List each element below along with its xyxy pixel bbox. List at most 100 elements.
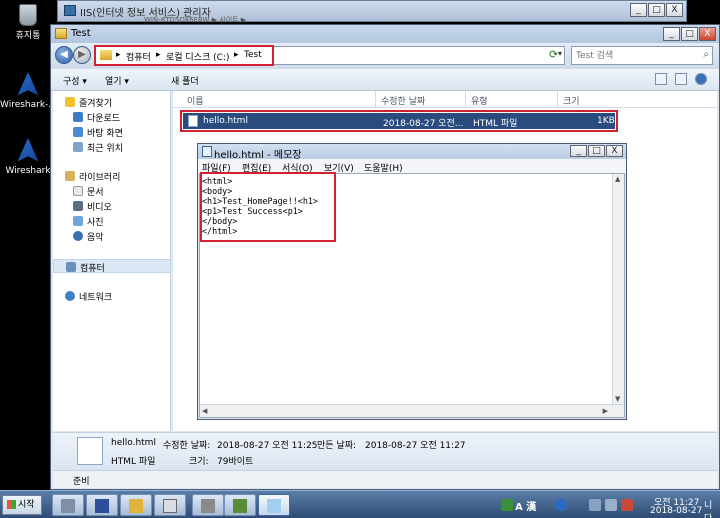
view-options-icon[interactable]: [655, 73, 667, 85]
search-icon[interactable]: ⌕: [703, 49, 709, 60]
nav-item-desktop[interactable]: 바탕 화면: [53, 125, 171, 139]
flag-icon[interactable]: [589, 499, 601, 511]
details-pane: hello.html 수정한 날짜: 2018-08-27 오전 11:25 만…: [53, 432, 717, 470]
maximize-button[interactable]: □: [681, 27, 698, 41]
taskbar-explorer[interactable]: [120, 494, 152, 516]
ime-mode-icon[interactable]: [501, 499, 513, 511]
details-file-type: HTML 파일: [111, 457, 156, 467]
html-file-icon: [77, 437, 103, 465]
iis-icon: [64, 5, 76, 16]
notepad-icon: [202, 146, 212, 157]
open-button[interactable]: 열기 ▾: [105, 74, 129, 87]
back-button[interactable]: ◀: [55, 46, 73, 64]
nav-item-computer[interactable]: 컴퓨터: [53, 259, 171, 274]
documents-icon: [73, 186, 83, 196]
desktop-icon-recycle-bin[interactable]: 휴지통: [0, 4, 56, 41]
taskbar-server-manager[interactable]: [52, 494, 84, 516]
nav-item-documents[interactable]: 문서: [53, 184, 171, 198]
tray-date[interactable]: 2018-08-27: [650, 506, 702, 516]
library-icon: [65, 171, 75, 181]
details-modified-label: 수정한 날짜:: [163, 441, 211, 451]
wireshark-icon: [17, 138, 39, 162]
scroll-up-icon[interactable]: ▲: [615, 175, 620, 183]
minimize-button[interactable]: _: [570, 145, 587, 157]
taskbar-iis-manager[interactable]: [224, 494, 256, 516]
computer-icon: [66, 262, 76, 272]
download-icon: [73, 112, 83, 122]
column-name[interactable]: 이름: [187, 94, 204, 107]
notepad-titlebar[interactable]: hello.html - 메모장 _ □ X: [198, 144, 626, 161]
video-icon: [73, 201, 83, 211]
minimize-button[interactable]: _: [663, 27, 680, 41]
nav-item-network[interactable]: 네트워크: [53, 289, 171, 303]
nav-item-recent[interactable]: 최근 위치: [53, 140, 171, 154]
help-icon[interactable]: [555, 499, 567, 511]
scroll-left-icon[interactable]: ◀: [202, 407, 207, 415]
details-created-value: 2018-08-27 오전 11:27: [365, 441, 466, 451]
column-modified[interactable]: 수정한 날짜: [381, 94, 425, 107]
desktop-icon-wireshark-shortcut[interactable]: Wireshark-...: [0, 72, 57, 110]
close-button[interactable]: X: [699, 27, 716, 41]
forward-button[interactable]: ▶: [73, 46, 91, 64]
nav-item-downloads[interactable]: 다운로드: [53, 110, 171, 124]
refresh-icon[interactable]: ⟳: [549, 48, 558, 61]
nav-item-favorites[interactable]: 즐겨찾기: [53, 95, 171, 109]
maximize-button[interactable]: □: [588, 145, 605, 157]
maximize-button[interactable]: □: [648, 3, 665, 17]
taskbar: 시작 A 漢 오전 11:27 2018-08-27 니다.: [0, 490, 720, 518]
code-highlight-box: [200, 172, 336, 242]
start-button[interactable]: 시작: [2, 495, 42, 515]
details-size-value: 79바이트: [217, 457, 254, 467]
powershell-icon: [95, 499, 109, 513]
folder-icon: [55, 28, 67, 39]
details-modified-value: 2018-08-27 오전 11:25: [217, 441, 318, 451]
close-button[interactable]: X: [666, 3, 683, 17]
taskbar-powershell[interactable]: [86, 494, 118, 516]
details-file-name: hello.html: [111, 438, 156, 448]
explorer-titlebar[interactable]: Test _ □ X: [51, 25, 719, 43]
iis-manager-window[interactable]: IIS(인터넷 정보 서비스) 관리자 WIN-8TD5OX6E8W ▶ 사이트…: [57, 0, 687, 24]
vertical-scrollbar[interactable]: ▲ ▼: [612, 174, 624, 404]
minimize-button[interactable]: _: [630, 3, 647, 17]
column-size[interactable]: 크기: [563, 94, 580, 107]
column-type[interactable]: 유형: [471, 94, 488, 107]
organize-button[interactable]: 구성 ▾: [63, 74, 87, 87]
scroll-down-icon[interactable]: ▼: [615, 395, 620, 403]
new-folder-button[interactable]: 새 폴더: [171, 74, 199, 87]
details-created-label: 만든 날짜:: [317, 441, 357, 451]
notepad-text-area[interactable]: <html> <body> <h1>Test_HomePage!!<h1> <p…: [199, 172, 625, 418]
network-icon: [65, 291, 75, 301]
nav-item-libraries[interactable]: 라이브러리: [53, 169, 171, 183]
desktop-icon-label: Wireshark-...: [0, 100, 57, 110]
desktop-icon-wireshark[interactable]: Wireshark: [0, 138, 56, 176]
window-title: Test: [71, 28, 91, 39]
scroll-right-icon[interactable]: ▶: [603, 407, 608, 415]
volume-muted-icon[interactable]: [621, 499, 633, 511]
star-icon: [65, 97, 75, 107]
network-icon[interactable]: [605, 499, 617, 511]
horizontal-scrollbar[interactable]: ◀ ▶: [200, 404, 624, 417]
search-input[interactable]: [576, 48, 691, 64]
windows-logo-icon: [7, 500, 16, 509]
chevron-down-icon[interactable]: ▾: [558, 49, 562, 58]
system-tray: A 漢 오전 11:27 2018-08-27 니다.: [497, 494, 720, 518]
notepad-icon: [267, 499, 281, 513]
ime-indicator[interactable]: A 漢: [515, 498, 536, 513]
nav-item-pictures[interactable]: 사진: [53, 214, 171, 228]
admin-tools-icon: [201, 499, 215, 513]
preview-pane-icon[interactable]: [675, 73, 687, 85]
search-box[interactable]: ⌕: [571, 46, 713, 65]
nav-item-music[interactable]: 음악: [53, 229, 171, 243]
help-icon[interactable]: [695, 73, 707, 85]
recycle-bin-icon: [19, 4, 37, 26]
taskbar-notepad[interactable]: [258, 494, 290, 516]
command-bar: 구성 ▾ 열기 ▾ 새 폴더: [51, 69, 719, 91]
notepad-window[interactable]: hello.html - 메모장 _ □ X 파일(F) 편집(E) 서식(O)…: [197, 143, 627, 420]
close-button[interactable]: X: [606, 145, 623, 157]
taskbar-admin-tools[interactable]: [192, 494, 224, 516]
taskbar-calculator[interactable]: [154, 494, 186, 516]
notepad-menubar: 파일(F) 편집(E) 서식(O) 보기(V) 도움말(H): [198, 159, 626, 174]
calculator-icon: [163, 499, 177, 513]
desktop-icon: [73, 127, 83, 137]
nav-item-videos[interactable]: 비디오: [53, 199, 171, 213]
